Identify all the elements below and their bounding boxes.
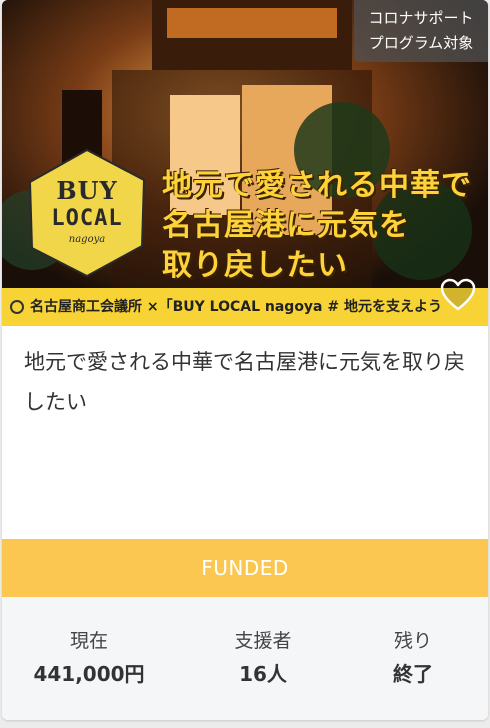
stat-value: 終了: [393, 662, 433, 686]
logo-nagoya: nagoya: [68, 234, 106, 245]
logo-buy: BUY: [56, 176, 118, 205]
stat-label: 現在: [69, 630, 108, 652]
stat-value: 441,000円: [33, 662, 145, 686]
stat-current-amount: 現在 441,000円: [24, 627, 154, 691]
project-hero-image[interactable]: コロナサポート プログラム対象 BUY LOCAL nagoya 地元で愛される…: [2, 0, 488, 326]
hero-slogan-line-1: 地元で愛される中華で: [162, 168, 472, 203]
hero-slogan-line-2: 名古屋港に元気を: [162, 208, 410, 243]
funded-status-bar: FUNDED: [2, 539, 488, 597]
stat-remaining: 残り 終了: [348, 627, 478, 691]
project-stats: 現在 441,000円 支援者 16人 残り 終了: [2, 597, 488, 720]
project-card[interactable]: コロナサポート プログラム対象 BUY LOCAL nagoya 地元で愛される…: [2, 0, 488, 720]
heart-outline-icon[interactable]: [440, 278, 476, 312]
logo-local: LOCAL: [51, 206, 123, 231]
corona-support-badge: コロナサポート プログラム対象: [354, 0, 488, 62]
sponsor-strip: 名古屋商工会議所 ×「BUY LOCAL nagoya # 地元を支えよう: [2, 288, 488, 326]
stat-value: 16人: [239, 662, 287, 686]
buy-local-logo: BUY LOCAL nagoya: [26, 148, 148, 280]
stat-label: 残り: [393, 630, 432, 652]
project-title[interactable]: 地元で愛される中華で名古屋港に元気を取り戻したい: [24, 342, 470, 422]
sponsor-strip-text: 名古屋商工会議所 ×「BUY LOCAL nagoya # 地元を支えよう: [30, 299, 442, 315]
badge-line-1: コロナサポート: [368, 9, 474, 27]
stat-supporters: 支援者 16人: [198, 627, 328, 691]
chamber-seal-icon: [10, 300, 24, 314]
badge-line-2: プログラム対象: [368, 34, 474, 52]
stat-label: 支援者: [234, 630, 292, 652]
hero-slogan-line-3: 取り戻したい: [162, 248, 348, 283]
